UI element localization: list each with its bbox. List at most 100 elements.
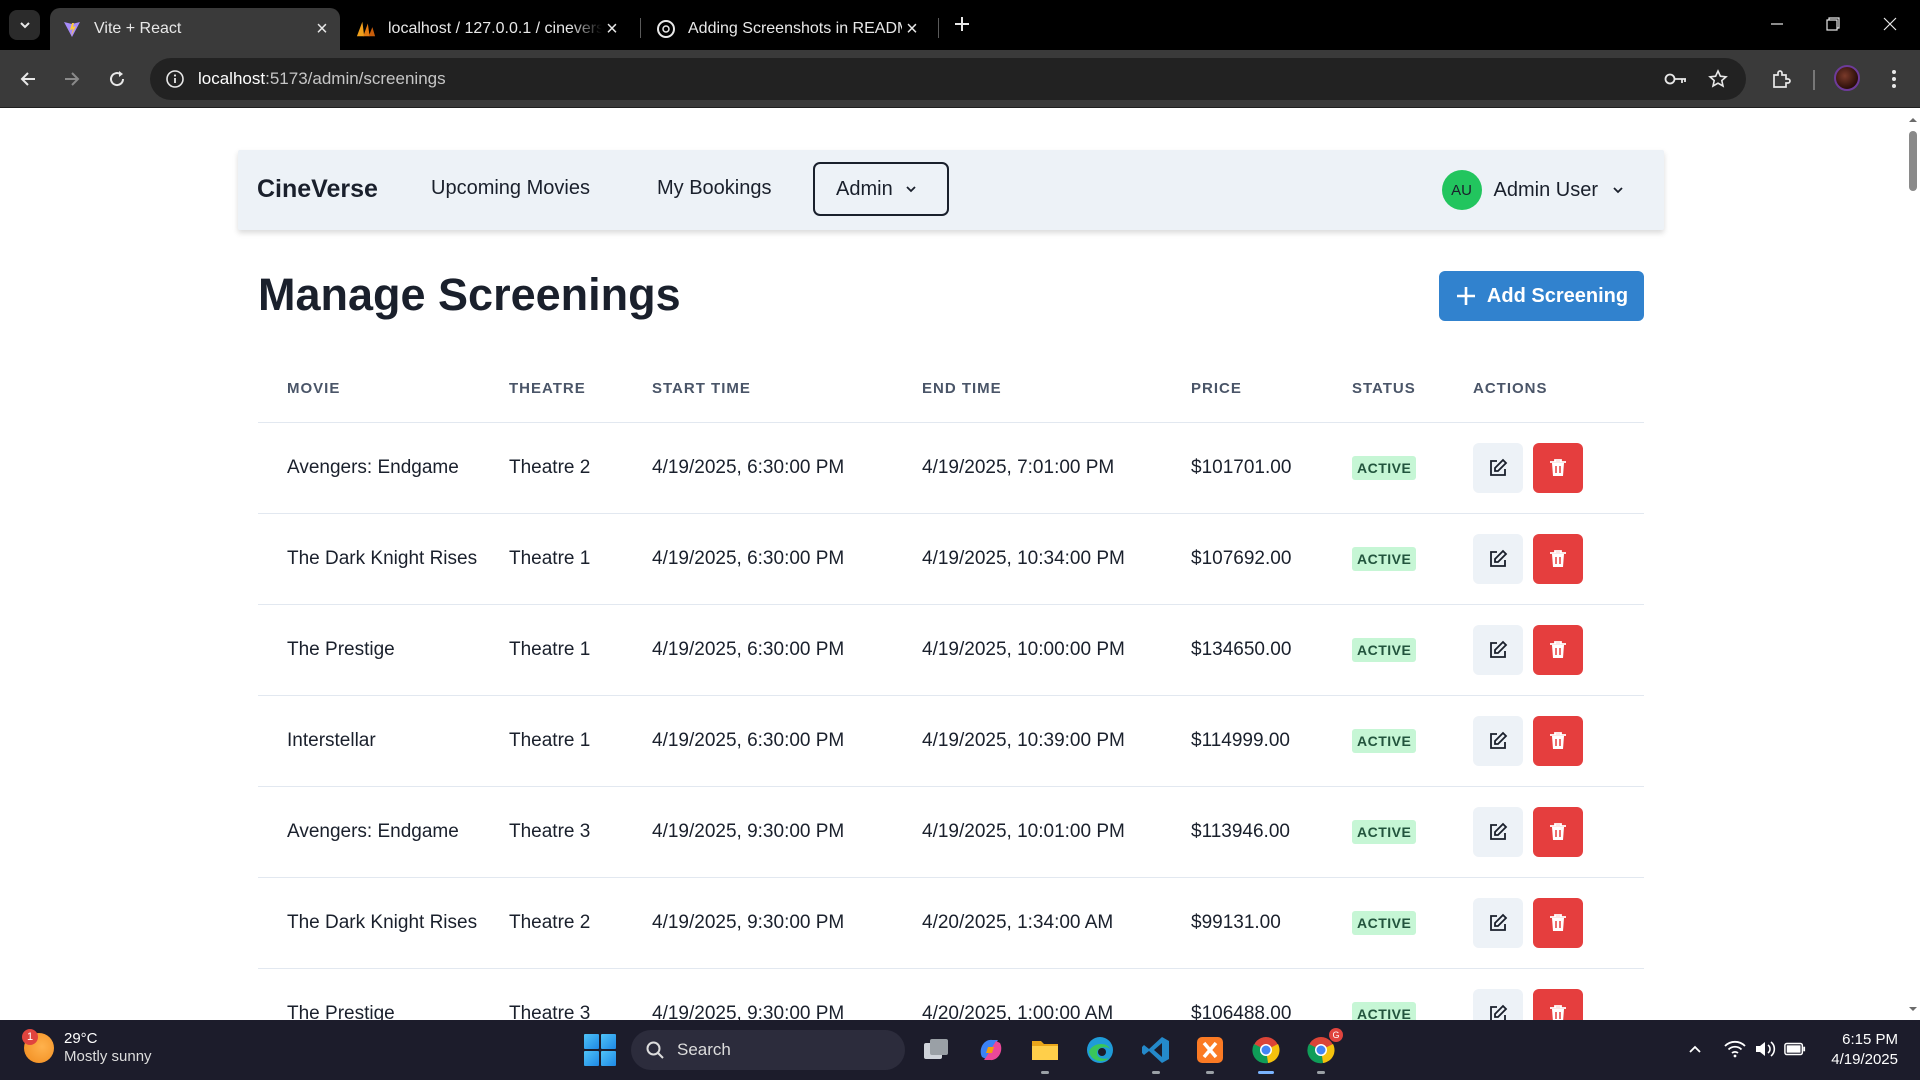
chrome-profile-icon[interactable]: G bbox=[1305, 1028, 1343, 1074]
column-header-status: STATUS bbox=[1352, 356, 1473, 423]
nav-link-my-bookings[interactable]: My Bookings bbox=[657, 177, 772, 200]
edit-button[interactable] bbox=[1473, 715, 1523, 766]
cell-price: $107692.00 bbox=[1191, 513, 1352, 605]
tab-phpmyadmin[interactable]: localhost / 127.0.0.1 / cineverse × bbox=[354, 8, 630, 50]
delete-button[interactable] bbox=[1533, 442, 1583, 493]
status-badge: ACTIVE bbox=[1352, 1001, 1417, 1020]
tab-vite-react[interactable]: Vite + React × bbox=[50, 8, 340, 50]
windows-start-button[interactable] bbox=[584, 1034, 616, 1066]
nav-link-upcoming-movies[interactable]: Upcoming Movies bbox=[431, 177, 590, 200]
delete-button[interactable] bbox=[1533, 533, 1583, 584]
file-explorer-icon[interactable] bbox=[1029, 1034, 1061, 1074]
edit-button[interactable] bbox=[1473, 624, 1523, 675]
delete-button[interactable] bbox=[1533, 806, 1583, 857]
cell-price: $134650.00 bbox=[1191, 604, 1352, 696]
battery-icon[interactable] bbox=[1784, 1038, 1806, 1060]
taskbar-search[interactable]: Search bbox=[631, 1030, 905, 1070]
chrome-icon[interactable] bbox=[1250, 1034, 1282, 1074]
cell-end-time: 4/19/2025, 7:01:00 PM bbox=[922, 422, 1191, 514]
column-header-start-time: START TIME bbox=[652, 356, 922, 423]
cell-status: ACTIVE bbox=[1352, 513, 1473, 605]
cell-movie: Interstellar bbox=[258, 695, 509, 787]
back-button[interactable] bbox=[13, 64, 43, 94]
site-info-icon[interactable] bbox=[164, 68, 186, 90]
wifi-icon[interactable] bbox=[1724, 1038, 1746, 1060]
close-icon[interactable]: × bbox=[602, 18, 622, 40]
new-tab-button[interactable] bbox=[950, 12, 974, 36]
delete-button[interactable] bbox=[1533, 988, 1583, 1020]
browser-tab-bar: Vite + React × localhost / 127.0.0.1 / c… bbox=[0, 0, 1920, 50]
tray-chevron-up-icon[interactable] bbox=[1684, 1038, 1706, 1060]
trash-icon bbox=[1550, 913, 1566, 931]
system-clock[interactable]: 6:15 PM 4/19/2025 bbox=[1831, 1030, 1898, 1070]
profile-avatar[interactable] bbox=[1834, 65, 1860, 91]
close-icon bbox=[1883, 17, 1897, 31]
address-bar[interactable]: localhost:5173/admin/screenings bbox=[150, 58, 1746, 100]
reload-button[interactable] bbox=[102, 64, 132, 94]
user-menu[interactable]: AU Admin User bbox=[1441, 170, 1624, 210]
cell-end-time: 4/20/2025, 1:00:00 AM bbox=[922, 968, 1191, 1020]
delete-button[interactable] bbox=[1533, 624, 1583, 675]
delete-button[interactable] bbox=[1533, 715, 1583, 766]
edit-button[interactable] bbox=[1473, 806, 1523, 857]
column-header-theatre: THEATRE bbox=[509, 356, 652, 423]
cell-actions bbox=[1473, 422, 1644, 514]
column-header-actions: ACTIONS bbox=[1473, 356, 1644, 423]
bookmark-star-icon[interactable] bbox=[1706, 67, 1730, 91]
cell-start-time: 4/19/2025, 6:30:00 PM bbox=[652, 513, 922, 605]
edit-button[interactable] bbox=[1473, 988, 1523, 1020]
edit-button[interactable] bbox=[1473, 533, 1523, 584]
cell-end-time: 4/20/2025, 1:34:00 AM bbox=[922, 877, 1191, 969]
task-view-icon[interactable] bbox=[921, 1034, 953, 1066]
extensions-icon[interactable] bbox=[1767, 65, 1795, 93]
vscode-icon[interactable] bbox=[1140, 1034, 1172, 1074]
status-badge: ACTIVE bbox=[1352, 910, 1417, 935]
toolbar-separator bbox=[1813, 70, 1815, 90]
volume-icon[interactable] bbox=[1754, 1038, 1776, 1060]
restore-button[interactable] bbox=[1818, 10, 1848, 38]
admin-dropdown[interactable]: Admin bbox=[813, 162, 949, 216]
more-menu-icon[interactable] bbox=[1880, 65, 1908, 93]
delete-button[interactable] bbox=[1533, 897, 1583, 948]
add-screening-button[interactable]: Add Screening bbox=[1439, 271, 1644, 321]
windows-taskbar: 1 29°C Mostly sunny Search G 6:15 PM 4/1… bbox=[0, 1020, 1920, 1080]
arrow-right-icon bbox=[65, 72, 80, 86]
table-row: The Prestige Theatre 1 4/19/2025, 6:30:0… bbox=[258, 604, 1644, 696]
weather-widget[interactable]: 1 29°C Mostly sunny bbox=[22, 1029, 152, 1066]
trash-icon bbox=[1550, 1004, 1566, 1020]
tab-search-button[interactable] bbox=[9, 10, 40, 40]
tab-title: Vite + React bbox=[94, 20, 182, 37]
minimize-button[interactable] bbox=[1762, 10, 1792, 38]
cell-status: ACTIVE bbox=[1352, 695, 1473, 787]
cell-start-time: 4/19/2025, 6:30:00 PM bbox=[652, 604, 922, 696]
edge-icon[interactable] bbox=[1084, 1034, 1116, 1066]
tab-readme[interactable]: Adding Screenshots in README × bbox=[652, 8, 930, 50]
cell-actions bbox=[1473, 695, 1644, 787]
tab-separator bbox=[938, 18, 939, 38]
status-badge: ACTIVE bbox=[1352, 546, 1417, 571]
xampp-icon[interactable] bbox=[1194, 1034, 1226, 1074]
notification-badge: 1 bbox=[22, 1029, 38, 1045]
cell-status: ACTIVE bbox=[1352, 422, 1473, 514]
tab-title: Adding Screenshots in README bbox=[688, 20, 902, 37]
scrollbar-thumb[interactable] bbox=[1909, 131, 1917, 191]
cell-theatre: Theatre 1 bbox=[509, 695, 652, 787]
password-key-icon[interactable] bbox=[1664, 67, 1688, 91]
cell-movie: Avengers: Endgame bbox=[258, 786, 509, 878]
copilot-icon[interactable] bbox=[975, 1034, 1007, 1066]
forward-button[interactable] bbox=[57, 64, 87, 94]
trash-icon bbox=[1550, 731, 1566, 749]
close-icon[interactable]: × bbox=[902, 18, 922, 40]
close-icon[interactable]: × bbox=[312, 18, 332, 40]
scroll-up-arrow-icon[interactable] bbox=[1908, 115, 1918, 125]
scroll-down-arrow-icon[interactable] bbox=[1908, 1004, 1918, 1014]
edit-button[interactable] bbox=[1473, 897, 1523, 948]
window-close-button[interactable] bbox=[1875, 10, 1905, 38]
url-text: localhost:5173/admin/screenings bbox=[198, 69, 446, 88]
brand-logo[interactable]: CineVerse bbox=[257, 175, 378, 204]
edit-button[interactable] bbox=[1473, 442, 1523, 493]
page-scrollbar[interactable] bbox=[1906, 109, 1920, 1020]
phpmyadmin-icon bbox=[356, 19, 376, 39]
restore-icon bbox=[1826, 17, 1840, 31]
page-title: Manage Screenings bbox=[258, 269, 681, 320]
